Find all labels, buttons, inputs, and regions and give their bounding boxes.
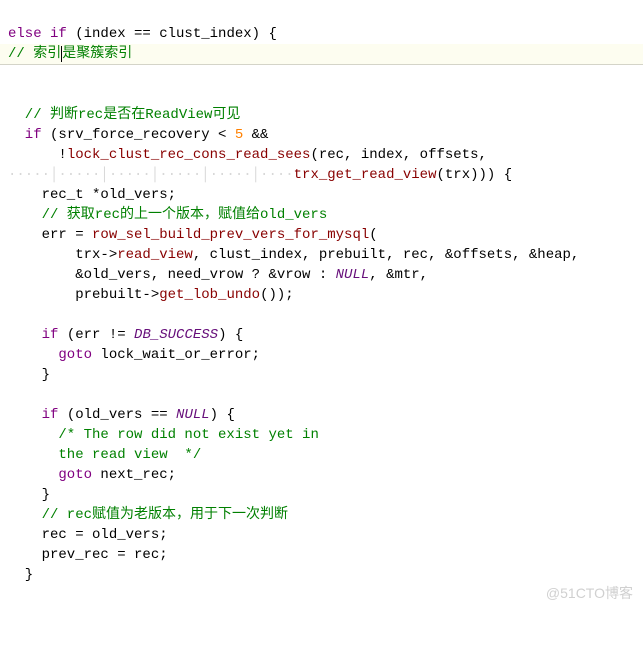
comment: // 获取rec的上一个版本，赋值给old_vers xyxy=(8,207,327,223)
function-call: trx_get_read_view xyxy=(294,167,437,183)
comment-block: the read view */ xyxy=(8,447,201,463)
whitespace-guides: ·····│·····│·····│·····│·····│···· xyxy=(8,167,294,183)
code-line: ·····│·····│·····│·····│·····│····trx_ge… xyxy=(8,167,512,183)
code-line: &old_vers, need_vrow ? &vrow : NULL, &mt… xyxy=(8,267,428,283)
comment: // 索引 xyxy=(8,46,61,62)
keyword-if: if xyxy=(8,407,58,423)
code-line: prebuilt->get_lob_undo()); xyxy=(8,287,294,303)
number-literal: 5 xyxy=(235,127,243,143)
code-line: } xyxy=(8,367,50,383)
code-line: if (err != DB_SUCCESS) { xyxy=(8,327,243,343)
code-line: err = row_sel_build_prev_vers_for_mysql( xyxy=(8,227,378,243)
code-line: } xyxy=(8,567,33,583)
code-line: // 判断rec是否在ReadView可见 xyxy=(8,107,240,123)
comment: // rec赋值为老版本，用于下一次判断 xyxy=(8,507,288,523)
code-line: if (srv_force_recovery < 5 && xyxy=(8,127,268,143)
keyword-goto: goto xyxy=(8,467,92,483)
keyword-goto: goto xyxy=(8,347,92,363)
code-line: else if (index == clust_index) { xyxy=(8,26,277,42)
code-line: trx->read_view, clust_index, prebuilt, r… xyxy=(8,247,579,263)
code-line: /* The row did not exist yet in xyxy=(8,427,319,443)
method-call: get_lob_undo xyxy=(159,287,260,303)
function-call: row_sel_build_prev_vers_for_mysql xyxy=(92,227,369,243)
keyword-if: if xyxy=(8,327,58,343)
null-literal: NULL xyxy=(176,407,210,423)
code-line: } xyxy=(8,487,50,503)
code-snippet: else if (index == clust_index) { // 索引是聚… xyxy=(0,0,643,609)
code-line: if (old_vers == NULL) { xyxy=(8,407,235,423)
function-call: lock_clust_rec_cons_read_sees xyxy=(67,147,311,163)
code-line: goto lock_wait_or_error; xyxy=(8,347,260,363)
keyword-else-if: else if xyxy=(8,26,67,42)
member-access: read_view xyxy=(117,247,193,263)
comment: // 判断rec是否在ReadView可见 xyxy=(8,107,240,123)
null-literal: NULL xyxy=(336,267,370,283)
code-line: rec = old_vers; xyxy=(8,527,168,543)
keyword-if: if xyxy=(8,127,42,143)
code-line: prev_rec = rec; xyxy=(8,547,168,563)
code-line: the read view */ xyxy=(8,447,201,463)
code-line: goto next_rec; xyxy=(8,467,176,483)
watermark: @51CTO博客 xyxy=(546,583,633,603)
code-line: // rec赋值为老版本，用于下一次判断 xyxy=(8,507,288,523)
code-line: // 获取rec的上一个版本，赋值给old_vers xyxy=(8,207,327,223)
constant: DB_SUCCESS xyxy=(134,327,218,343)
comment-block: /* The row did not exist yet in xyxy=(8,427,319,443)
code-line: !lock_clust_rec_cons_read_sees(rec, inde… xyxy=(8,147,487,163)
highlighted-line: // 索引是聚簇索引 xyxy=(0,44,643,65)
code-line: rec_t *old_vers; xyxy=(8,187,176,203)
